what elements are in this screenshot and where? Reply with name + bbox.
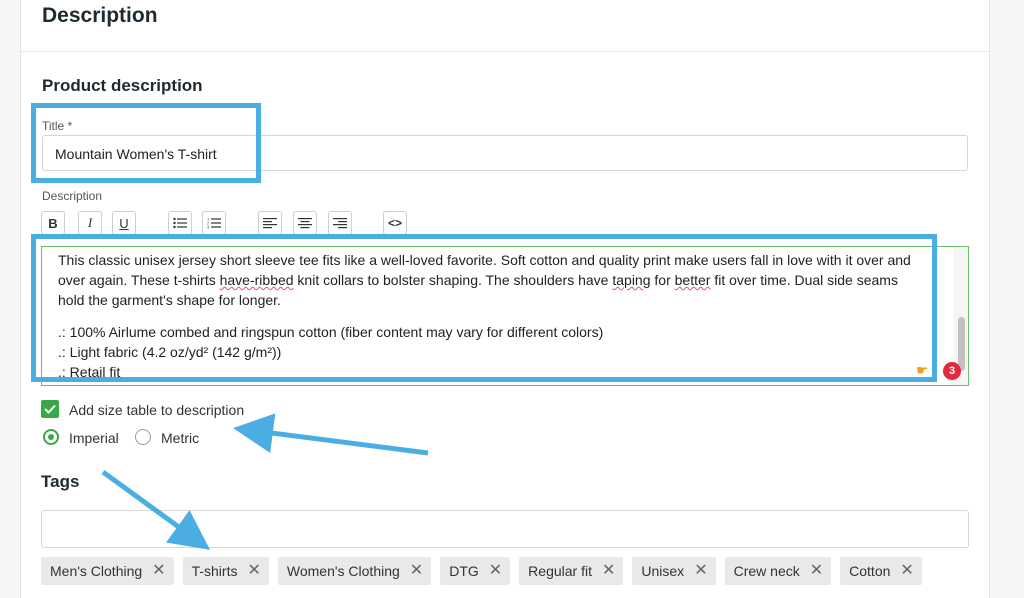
description-line: over again. These t-shirts have-ribbed k… (58, 272, 898, 288)
description-card: Description Product description Title * … (20, 0, 990, 598)
tag-label: Crew neck (733, 563, 800, 579)
bullet-line: .: Light fabric (4.2 oz/yd² (142 g/m²)) (58, 344, 282, 360)
code-view-button[interactable]: <> (383, 211, 407, 235)
tag-chip[interactable]: Men's Clothing ✕ (41, 557, 174, 585)
title-label: Title * (42, 119, 73, 133)
tag-label: Cotton (849, 563, 891, 579)
hand-pointer-icon[interactable]: ☛ (916, 362, 929, 379)
spelling-highlight[interactable]: taping (612, 272, 650, 288)
tag-chip[interactable]: Regular fit ✕ (519, 557, 624, 585)
size-table-checkbox[interactable] (41, 400, 59, 418)
title-input[interactable]: Mountain Women's T-shirt (42, 135, 968, 171)
scroll-thumb[interactable] (958, 317, 965, 371)
product-description-heading: Product description (42, 76, 203, 95)
align-left-icon[interactable] (258, 211, 282, 235)
tag-label: Women's Clothing (286, 563, 400, 579)
metric-label: Metric (161, 430, 200, 446)
imperial-radio[interactable] (43, 429, 59, 445)
section-title: Description (42, 4, 158, 27)
description-line: This classic unisex jersey short sleeve … (58, 252, 911, 268)
bold-button[interactable]: B (41, 211, 65, 235)
tag-label: Men's Clothing (50, 563, 143, 579)
close-icon[interactable]: ✕ (602, 563, 615, 579)
tag-chip[interactable]: DTG ✕ (440, 557, 511, 585)
tag-label: DTG (449, 563, 479, 579)
close-icon[interactable]: ✕ (152, 563, 165, 579)
tag-label: Unisex (641, 563, 685, 579)
size-table-label: Add size table to description (69, 402, 245, 418)
numbered-list-icon[interactable]: 123 (202, 211, 226, 235)
align-center-icon[interactable] (293, 211, 317, 235)
spelling-highlight[interactable]: have-ribbed (220, 272, 294, 288)
tag-chip[interactable]: Women's Clothing ✕ (277, 557, 432, 585)
description-bullets: .: 100% Airlume combed and ringspun cott… (58, 322, 928, 382)
spelling-highlight[interactable]: better (675, 272, 711, 288)
tags-input[interactable] (41, 510, 969, 548)
close-icon[interactable]: ✕ (247, 563, 260, 579)
underline-button[interactable]: U (112, 211, 136, 235)
close-icon[interactable]: ✕ (900, 563, 913, 579)
tag-chip[interactable]: Crew neck ✕ (724, 557, 832, 585)
tag-chip[interactable]: Unisex ✕ (632, 557, 716, 585)
close-icon[interactable]: ✕ (489, 563, 502, 579)
issues-badge[interactable]: 3 (943, 362, 961, 380)
description-editor[interactable]: This classic unisex jersey short sleeve … (41, 246, 969, 386)
description-line: hold the garment's shape for longer. (58, 292, 281, 308)
tag-chip[interactable]: Cotton ✕ (840, 557, 922, 585)
checkmark-icon (44, 404, 56, 414)
bullet-list-icon[interactable] (168, 211, 192, 235)
description-paragraph: This classic unisex jersey short sleeve … (58, 250, 928, 310)
tag-chip[interactable]: T-shirts ✕ (182, 557, 269, 585)
description-label: Description (42, 189, 103, 203)
close-icon[interactable]: ✕ (694, 563, 707, 579)
tag-label: Regular fit (528, 563, 592, 579)
close-icon[interactable]: ✕ (810, 563, 823, 579)
metric-radio[interactable] (135, 429, 151, 445)
imperial-label: Imperial (69, 430, 119, 446)
italic-button[interactable]: I (78, 211, 102, 235)
tags-list: Men's Clothing ✕ T-shirts ✕ Women's Clothi… (41, 557, 922, 585)
bullet-line: .: Retail fit (58, 364, 121, 380)
close-icon[interactable]: ✕ (410, 563, 423, 579)
svg-text:3: 3 (207, 225, 210, 230)
bullet-line: .: 100% Airlume combed and ringspun cott… (58, 324, 604, 340)
description-content: This classic unisex jersey short sleeve … (58, 250, 928, 382)
tags-heading: Tags (41, 472, 80, 491)
section-header: Description (21, 0, 989, 52)
tag-label: T-shirts (191, 563, 238, 579)
align-right-icon[interactable] (328, 211, 352, 235)
